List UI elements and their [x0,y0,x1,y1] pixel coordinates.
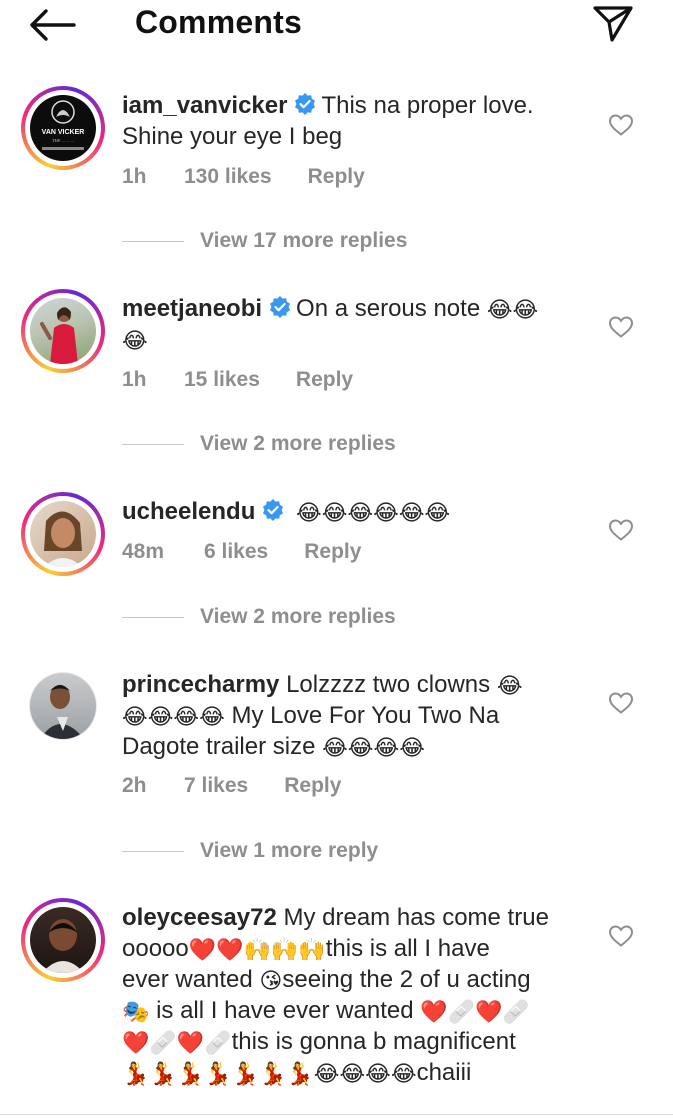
avatar[interactable] [21,289,105,373]
comment-time: 48m [122,540,165,563]
avatar[interactable] [21,898,105,982]
emoji-text: 🎭 [122,999,150,1024]
comment-text: princecharmy Lolzzzz two clowns 😂 😂😂😂😂 M… [122,671,523,760]
avatar-photo-image [40,307,78,364]
comment-username[interactable]: ucheelendu [122,498,255,525]
header-bar: Comments [0,0,673,50]
divider-line [122,850,184,852]
comment-text: oleyceesay72 My dream has come true oooo… [122,904,549,1086]
avatar[interactable]: VAN VICKER THE ... ... ... [21,86,105,170]
like-heart-icon[interactable] [608,691,634,715]
comment-likes[interactable]: 130 likes [184,165,272,189]
avatar-photo-image [42,919,84,973]
emoji-text: 😂 [496,673,523,698]
comment-likes[interactable]: 6 likes [204,540,268,564]
page-title: Comments [135,4,302,40]
emoji-text: 😘 [259,968,283,993]
svg-text:THE ... ... ...: THE ... ... ... [52,138,74,143]
comment-likes[interactable]: 15 likes [184,368,260,392]
avatar-logo-image: VAN VICKER THE ... ... ... [42,100,85,150]
emoji-text: ❤️🩹❤️🩹 [420,999,530,1024]
emoji-text: 😂😂😂😂 [322,735,425,760]
comment-meta: 48m 6 likes Reply [122,540,361,564]
back-arrow-icon[interactable] [28,8,78,42]
comment-time: 2h [122,774,147,797]
emoji-text: 😂 [122,328,148,353]
reply-button[interactable]: Reply [284,774,341,798]
emoji-text: 💃💃💃💃💃💃💃😂😂😂😂 [122,1061,417,1086]
comment-meta: 2h 7 likes Reply [122,774,341,798]
verified-badge-icon [295,93,316,115]
comment-likes[interactable]: 7 likes [184,774,248,798]
avatar-photo-image [44,511,82,567]
avatar[interactable] [21,492,105,576]
emoji-text: ❤️🩹❤️🩹 [122,1030,232,1055]
emoji-text: 😂😂 [486,297,539,322]
avatar[interactable] [29,672,97,740]
divider-line [122,443,184,445]
verified-badge-icon [263,499,284,521]
reply-button[interactable]: Reply [308,165,365,189]
comment-text: iam_vanvicker This na proper love. Shine … [122,92,534,150]
verified-badge-icon [270,296,291,318]
like-heart-icon[interactable] [608,924,634,948]
send-icon[interactable] [590,2,636,44]
comment-text: ucheelendu 😂😂😂😂😂😂 [122,496,592,527]
emoji-text: ❤️❤️🙌🙌🙌 [188,937,326,962]
reply-button[interactable]: Reply [304,540,361,564]
svg-text:VAN VICKER: VAN VICKER [42,129,85,136]
view-replies-button[interactable]: View 2 more replies [122,605,396,629]
divider-line [122,616,184,618]
comment-username[interactable]: iam_vanvicker [122,92,287,119]
emoji-text: 😂😂😂😂 [122,704,225,729]
comment-username[interactable]: oleyceesay72 [122,904,277,931]
comment-meta: 1h 15 likes Reply [122,368,353,392]
reply-button[interactable]: Reply [296,368,353,392]
comment-meta: 1h 130 likes Reply [122,165,365,189]
view-replies-button[interactable]: View 17 more replies [122,229,407,253]
emoji-text: 😂😂😂😂😂😂 [296,500,451,525]
bottom-divider [0,1114,673,1115]
comment-time: 1h [122,165,147,188]
view-replies-button[interactable]: View 1 more reply [122,839,378,863]
comment-time: 1h [122,368,147,391]
like-heart-icon[interactable] [608,518,634,542]
view-replies-button[interactable]: View 2 more replies [122,432,396,456]
divider-line [122,240,184,242]
like-heart-icon[interactable] [608,315,634,339]
comment-username[interactable]: princecharmy [122,671,279,698]
comment-username[interactable]: meetjaneobi [122,295,262,322]
like-heart-icon[interactable] [608,113,634,137]
avatar-photo-image [40,685,84,739]
comment-text: meetjaneobi On a serous note 😂😂 😂 [122,295,539,353]
